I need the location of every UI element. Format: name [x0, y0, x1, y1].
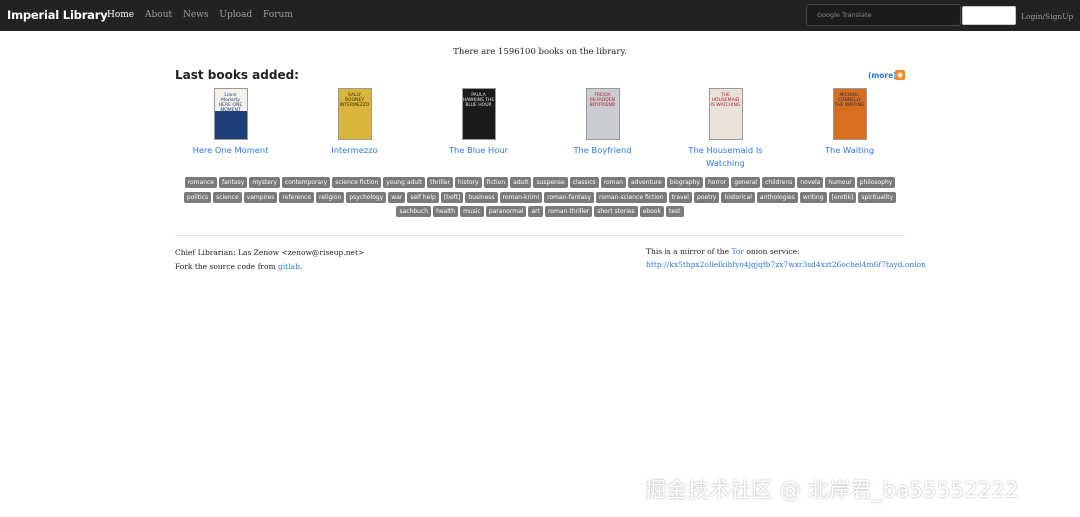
book-title[interactable]: Intermezzo [307, 144, 402, 157]
nav-links: Home About News Upload Forum [107, 10, 301, 20]
footer-divider [175, 235, 905, 236]
book-item[interactable]: THE HOUSEMAID IS WATCHING The Housemaid … [678, 88, 773, 170]
login-input[interactable] [962, 6, 1016, 25]
footer-left: Chief Librarian: Las Zenow <zenow@riseup… [175, 246, 364, 274]
tag-item[interactable]: thriller [427, 177, 453, 188]
tag-item[interactable]: art [528, 206, 543, 217]
book-item[interactable]: FREIDA McFADDEN BOYFRIEND The Boyfriend [555, 88, 650, 157]
tag-item[interactable]: business [465, 191, 498, 203]
section-title: Last books added: [175, 68, 299, 82]
tag-item[interactable]: science fiction [332, 177, 382, 188]
tag-item[interactable]: travel [668, 191, 692, 203]
book-title[interactable]: Here One Moment [183, 144, 278, 157]
book-title[interactable]: The Blue Hour [431, 144, 526, 157]
tag-item[interactable]: writing [799, 191, 827, 203]
book-item[interactable]: PAULA HAWKINS THE BLUE HOUR The Blue Hou… [431, 88, 526, 157]
tag-item[interactable]: mystery [249, 177, 280, 188]
tag-item[interactable]: horror [704, 177, 730, 188]
tag-item[interactable]: roman-fantasy [544, 191, 594, 203]
tag-item[interactable]: young adult [383, 177, 426, 188]
tag-item[interactable]: science [213, 191, 242, 203]
watermark: 掘金技术社区 @ 北岸君_ba55552222 [645, 478, 1019, 502]
tag-item[interactable]: fantasy [219, 177, 248, 188]
tag-item[interactable]: psychology [346, 191, 387, 203]
tag-item[interactable]: romance [184, 177, 217, 188]
tag-item[interactable]: philosophy [856, 177, 896, 188]
book-item[interactable]: MICHAEL CONNELLY THE WAITING The Waiting [802, 88, 897, 157]
book-cover[interactable]: Liane Moriarty HERE ONE MOMENT [213, 88, 248, 140]
nav-about[interactable]: About [145, 10, 172, 20]
tag-item[interactable]: religion [316, 191, 345, 203]
tag-item[interactable]: paranormal [485, 206, 527, 217]
book-cover[interactable]: PAULA HAWKINS THE BLUE HOUR [461, 88, 496, 140]
chief-librarian-text: Chief Librarian: Las Zenow <zenow@riseup… [175, 248, 365, 257]
tag-item[interactable]: novela [797, 177, 824, 188]
footer-right: This is a mirror of the Tor onion servic… [646, 245, 926, 271]
tag-item[interactable]: anthologies [756, 191, 798, 203]
tag-item[interactable]: biography [666, 177, 703, 188]
book-title[interactable]: The Boyfriend [555, 144, 650, 157]
tag-item[interactable]: historical [721, 191, 755, 203]
mirror-text: This is a mirror of the Tor onion servic… [646, 247, 800, 256]
tag-item[interactable]: sachbuch [396, 206, 432, 217]
book-item[interactable]: Liane Moriarty HERE ONE MOMENT Here One … [183, 88, 278, 157]
tag-item[interactable]: childrens [762, 177, 796, 188]
book-cover[interactable]: SALLY ROONEY INTERMEZZO [337, 88, 372, 140]
book-title[interactable]: The Waiting [802, 144, 897, 157]
gitlab-link[interactable]: gitlab [278, 262, 300, 271]
tag-item[interactable]: test [666, 206, 684, 217]
tag-item[interactable]: politics [183, 191, 212, 203]
tag-item[interactable]: poetry [693, 191, 720, 203]
nav-forum[interactable]: Forum [263, 10, 293, 20]
tag-item[interactable]: humour [825, 177, 855, 188]
tag-item[interactable]: roman-thriller [544, 206, 593, 217]
book-title[interactable]: The Housemaid Is Watching [678, 144, 773, 170]
book-cover[interactable]: THE HOUSEMAID IS WATCHING [708, 88, 743, 140]
tag-item[interactable]: self help [407, 191, 439, 203]
login-signup-link[interactable]: Login/SignUp [1021, 12, 1073, 21]
book-cover[interactable]: MICHAEL CONNELLY THE WAITING [832, 88, 867, 140]
tag-item[interactable]: classics [569, 177, 599, 188]
nav-upload[interactable]: Upload [219, 10, 252, 20]
tag-item[interactable]: music [460, 206, 484, 217]
navbar: Imperial Library Home About News Upload … [0, 0, 1080, 31]
book-cover[interactable]: FREIDA McFADDEN BOYFRIEND [585, 88, 620, 140]
tag-item[interactable]: [erotik] [828, 191, 857, 203]
tag-item[interactable]: health [433, 206, 459, 217]
tag-item[interactable]: history [454, 177, 482, 188]
tag-item[interactable]: roman-krimi [499, 191, 543, 203]
rss-icon[interactable]: ◉ [895, 70, 905, 80]
tag-item[interactable]: ebook [639, 206, 665, 217]
tag-item[interactable]: roman-science fiction [595, 191, 667, 203]
tag-item[interactable]: [beft] [440, 191, 464, 203]
tag-item[interactable]: adult [510, 177, 532, 188]
fork-text: Fork the source code from gitlab. [175, 262, 303, 271]
tag-item[interactable]: short stories [594, 206, 638, 217]
nav-home[interactable]: Home [107, 10, 134, 20]
google-translate-widget[interactable]: Google Translate [806, 4, 961, 26]
book-item[interactable]: SALLY ROONEY INTERMEZZO Intermezzo [307, 88, 402, 157]
tag-item[interactable]: spirituality [858, 191, 897, 203]
tag-item[interactable]: roman [600, 177, 626, 188]
brand-logo[interactable]: Imperial Library [7, 8, 108, 22]
tag-item[interactable]: adventure [627, 177, 665, 188]
tor-link[interactable]: Tor [731, 247, 744, 256]
more-link[interactable]: (more) [868, 71, 897, 80]
book-count-text: There are 1596100 books on the library. [453, 47, 627, 57]
tag-item[interactable]: reference [279, 191, 315, 203]
tag-cloud: romance fantasy mystery contemporary science… [180, 177, 900, 221]
tag-item[interactable]: contemporary [281, 177, 331, 188]
tag-item[interactable]: suspense [533, 177, 568, 188]
tag-item[interactable]: general [731, 177, 761, 188]
tag-item[interactable]: fiction [483, 177, 509, 188]
tag-item[interactable]: war [388, 191, 406, 203]
nav-news[interactable]: News [183, 10, 209, 20]
onion-url-link[interactable]: http://kx5thpx2olielkihfyo4jgjqfb7zx7wxr… [646, 258, 926, 271]
tag-item[interactable]: vampires [243, 191, 278, 203]
